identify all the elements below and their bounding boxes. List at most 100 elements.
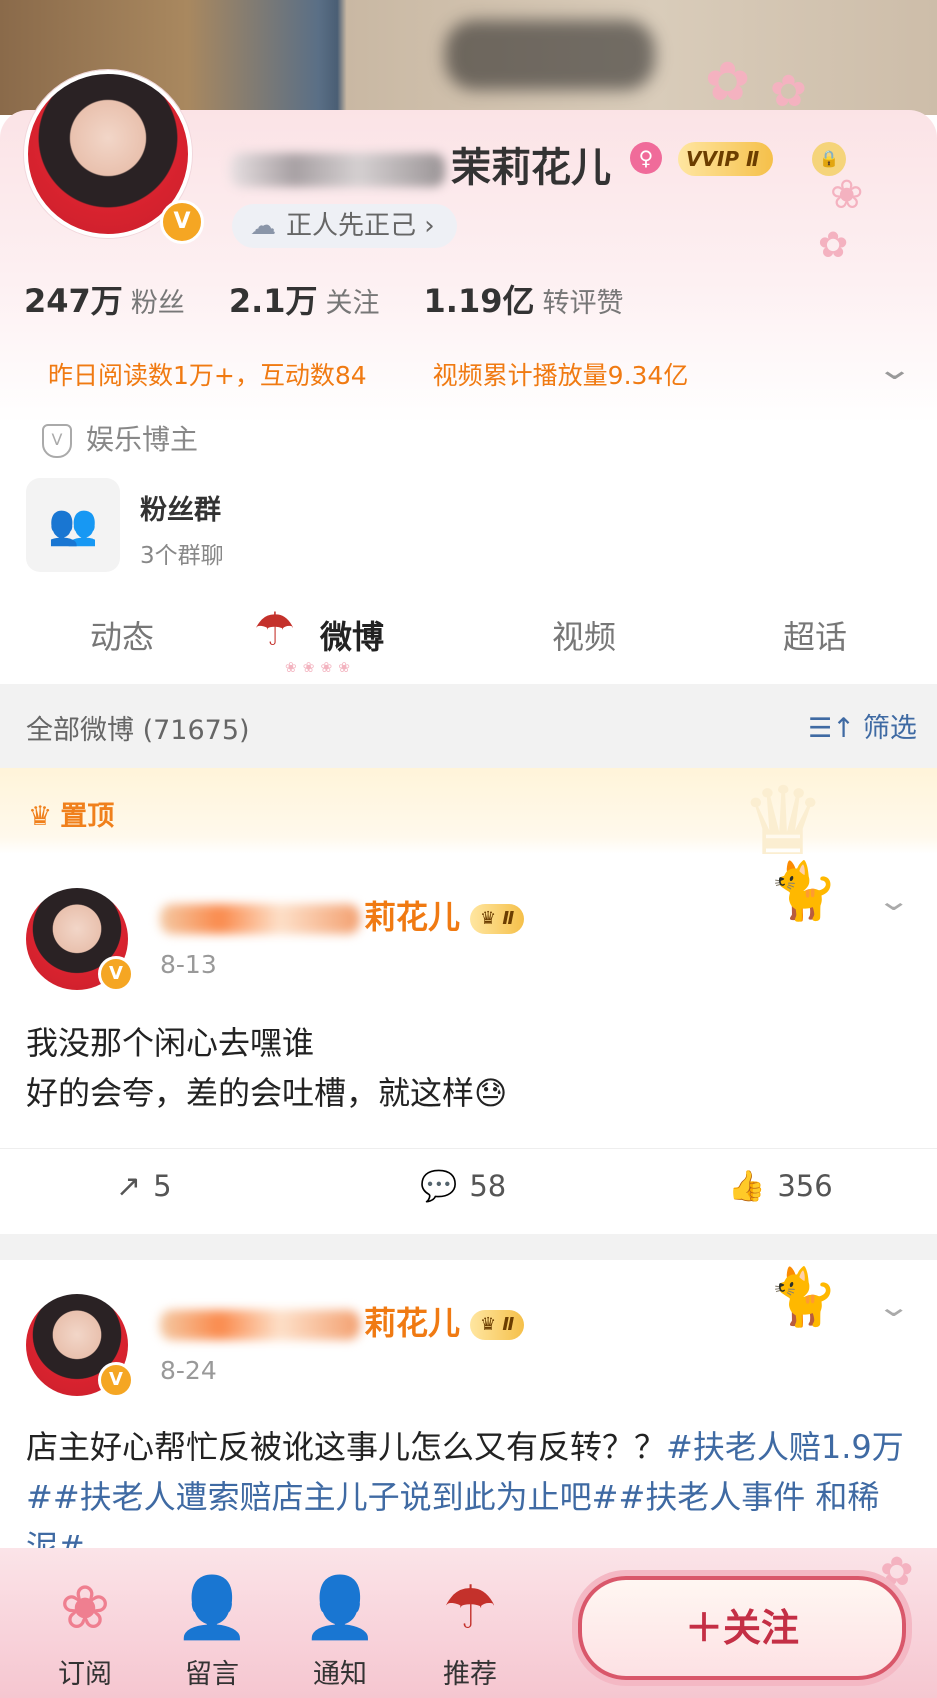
read-stats: 昨日阅读数1万+，互动数84 (48, 361, 367, 390)
post-line: 我没那个闲心去嘿谁 (26, 1024, 315, 1062)
post-card[interactable]: V 莉花儿 ♛ Ⅱ 8-24 🐈 ⌄ 店主好心帮忙反被讹这事儿怎么又有反转？？#扶… (0, 1260, 937, 1566)
pinned-label: ♛ 置顶 (28, 794, 114, 833)
fans-group-count: 3个群聊 (140, 543, 224, 569)
shield-icon: V (42, 424, 72, 458)
crown-level: Ⅱ (502, 1314, 515, 1335)
character-avatar-icon: 👤 (174, 1573, 250, 1643)
tab-weibo[interactable]: 微博 (272, 612, 432, 658)
bio-text: 正人先正己 › (286, 211, 435, 241)
bottom-toolbar: ✿ ❀ 订阅 👤 留言 👤 通知 ☂ 推荐 ＋关注 (0, 1548, 937, 1698)
chevron-down-icon[interactable]: ⌄ (876, 884, 911, 917)
verified-badge-icon: V (160, 200, 204, 244)
profile-nickname: 茉莉花儿 (230, 135, 611, 193)
chevron-down-icon[interactable]: ⌄ (876, 352, 914, 387)
message-label: 留言 (185, 1659, 239, 1690)
sweat-emoji-icon: 😓 (474, 1074, 508, 1112)
sakura-decoration-icon: ❀ (830, 172, 864, 218)
profile-tabs: 动态 微博 视频 超话 (0, 600, 937, 684)
followers-count[interactable]: 247万 (24, 282, 123, 320)
post-actions: ↗ 5 💬 58 👍 356 (0, 1148, 937, 1229)
recommend-button[interactable]: ☂ 推荐 (415, 1568, 525, 1691)
filter-label: 筛选 (862, 713, 917, 744)
cover-shape (445, 20, 655, 90)
fans-group-title[interactable]: 粉丝群 (140, 488, 221, 527)
crown-icon: ♛ (28, 801, 53, 832)
post-line-text: 好的会夸，差的会吐槽，就这样 (26, 1074, 475, 1112)
lock-badge-icon[interactable]: 🔒 (812, 142, 846, 176)
blurred-name-part (230, 153, 445, 187)
cloud-icon: ☁ (250, 211, 276, 241)
filter-button[interactable]: ☰↑ 筛选 (808, 706, 917, 745)
member-crown-badge: ♛ Ⅱ (470, 1310, 525, 1340)
all-weibo-count: 全部微博 (71675) (26, 715, 250, 746)
tab-supertopic[interactable]: 超话 (735, 612, 895, 658)
post-author[interactable]: 莉花儿 ♛ Ⅱ (160, 1298, 525, 1344)
following-count[interactable]: 2.1万 (229, 282, 318, 320)
character-avatar-icon: 👤 (302, 1573, 378, 1643)
sakura-decoration-icon: ✿ (705, 50, 751, 113)
followers-label[interactable]: 粉丝 (131, 288, 185, 319)
data-summary[interactable]: 昨日阅读数1万+，互动数84 视频累计播放量9.34亿 (48, 356, 754, 392)
notify-button[interactable]: 👤 通知 (285, 1568, 395, 1691)
vvip-label: VVIP Ⅱ (686, 147, 760, 171)
message-button[interactable]: 👤 留言 (157, 1568, 267, 1691)
divider (0, 1234, 937, 1260)
following-label[interactable]: 关注 (326, 288, 380, 319)
pinned-header: ♛ ♛ 置顶 (0, 768, 937, 870)
blurred-name-part (160, 904, 360, 934)
sakura-decoration-icon: ✿ (770, 66, 807, 117)
share-icon: ↗ (116, 1169, 142, 1204)
repost-count: 5 (153, 1169, 172, 1203)
flower-icon: ❀ (59, 1573, 111, 1643)
like-count: 356 (777, 1169, 833, 1203)
video-plays: 视频累计播放量9.34亿 (432, 361, 689, 390)
female-icon: ♀ (630, 142, 662, 174)
tab-dynamic[interactable]: 动态 (42, 612, 202, 658)
repost-button[interactable]: ↗ 5 (116, 1169, 172, 1204)
member-crown-badge: ♛ Ⅱ (470, 904, 525, 934)
post-line: 好的会夸，差的会吐槽，就这样😓 (26, 1068, 911, 1118)
recommend-label: 推荐 (443, 1659, 497, 1690)
engagement-label: 转评赞 (542, 288, 624, 319)
tab-video[interactable]: 视频 (504, 612, 664, 658)
category-tag: V 娱乐博主 (42, 418, 198, 458)
vvip-badge[interactable]: VVIP Ⅱ (678, 142, 774, 176)
category-label: 娱乐博主 (86, 423, 199, 456)
verified-badge-icon: V (98, 1362, 134, 1398)
profile-stats: 247万 粉丝 2.1万 关注 1.19亿 转评赞 (24, 276, 667, 322)
umbrella-icon: ☂ (443, 1573, 497, 1643)
comment-count: 58 (469, 1169, 507, 1203)
subscribe-button[interactable]: ❀ 订阅 (30, 1568, 140, 1691)
crown-level: Ⅱ (502, 908, 515, 929)
comment-icon: 💬 (420, 1169, 458, 1204)
thumbs-up-icon: 👍 (728, 1169, 766, 1204)
nickname-text: 茉莉花儿 (451, 145, 611, 191)
post-text: 我没那个闲心去嘿谁 好的会夸，差的会吐槽，就这样😓 (26, 1018, 911, 1118)
bio-pill[interactable]: ☁ 正人先正己 › (232, 204, 457, 248)
filter-bar: 全部微博 (71675) ☰↑ 筛选 (0, 684, 937, 768)
cat-decoration-icon: 🐈 (768, 1265, 838, 1330)
pinned-text: 置顶 (60, 801, 115, 832)
sakura-decoration-icon: ✿ (818, 225, 849, 266)
post-body: 店主好心帮忙反被讹这事儿怎么又有反转？？ (26, 1428, 667, 1466)
petal-decoration-icon: ❀❀❀❀ (285, 660, 356, 676)
post-date: 8-13 (160, 950, 217, 979)
chevron-down-icon[interactable]: ⌄ (876, 1290, 911, 1323)
post-author[interactable]: 莉花儿 ♛ Ⅱ (160, 892, 525, 938)
cat-decoration-icon: 🐈 (768, 859, 838, 924)
post-author-text: 莉花儿 (364, 898, 461, 936)
filter-icon: ☰↑ (808, 713, 855, 744)
notify-label: 通知 (313, 1659, 367, 1690)
like-button[interactable]: 👍 356 (728, 1169, 833, 1204)
umbrella-icon: ☂ (254, 602, 296, 656)
verified-badge-icon: V (98, 956, 134, 992)
blurred-name-part (160, 1310, 360, 1340)
engagement-count: 1.19亿 (423, 282, 535, 320)
comment-button[interactable]: 💬 58 (420, 1169, 506, 1204)
post-author-text: 莉花儿 (364, 1304, 461, 1342)
group-icon[interactable]: 👥 (26, 478, 120, 572)
post-card[interactable]: V 莉花儿 ♛ Ⅱ 8-13 🐈 ⌄ 我没那个闲心去嘿谁 好的会夸，差的会吐槽，就… (0, 854, 937, 1234)
follow-button[interactable]: ＋关注 (578, 1576, 906, 1680)
subscribe-label: 订阅 (58, 1659, 112, 1690)
post-date: 8-24 (160, 1356, 217, 1385)
